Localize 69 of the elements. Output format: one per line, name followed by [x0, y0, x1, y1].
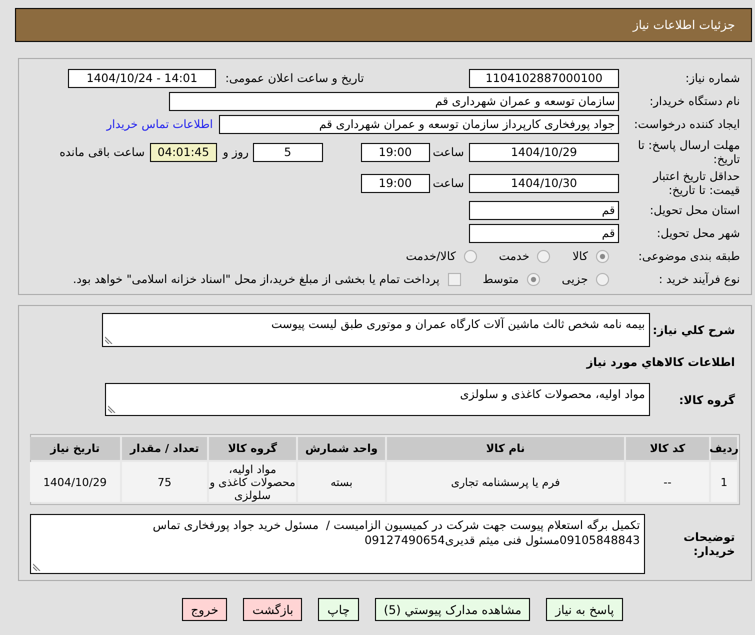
datetime-field[interactable]: 1404/10/24 - 14:01: [68, 68, 216, 88]
province-field[interactable]: قم: [469, 200, 619, 220]
radio-label: جزیی: [562, 272, 588, 286]
field-label: توضیحات خریدار:: [682, 530, 736, 558]
field-label: مهلت ارسال پاسخ: تا تاریخ:: [636, 138, 740, 166]
radio-button[interactable]: [537, 250, 550, 262]
buyer-notes-field[interactable]: تکمیل برگه استعلام پیوست جهت شرکت در کمیسیون الزامیست / مسئول خرید جواد پورفخاری تماس 09105848843مسئول فنی میثم قدیری09127490654: [30, 514, 645, 574]
field-label: گروه کالا:: [678, 392, 736, 406]
field-label: تاریخ و ساعت اعلان عمومی:: [224, 71, 364, 85]
date-field[interactable]: 1404/10/30: [469, 174, 619, 192]
radio-button[interactable]: [596, 250, 609, 262]
resize-grip-icon[interactable]: [105, 336, 113, 344]
field-label: طبقه بندی موضوعی:: [637, 249, 740, 263]
field-label: حداقل تاریخ اعتبار قیمت: تا تاریخ:: [652, 169, 740, 197]
action-button[interactable]: چاپ: [318, 598, 359, 621]
table-cell: --: [626, 462, 709, 502]
table-cell: 1: [711, 462, 737, 502]
goods-group-field[interactable]: مواد اولیه، محصولات کاغذی و سلولزی: [105, 383, 650, 416]
checkbox-label: پرداخت تمام یا بخشی از مبلغ خرید،از محل "اسناد خزانه اسلامی" خواهد بود.: [72, 272, 440, 286]
table-header-cell: واحد شمارش: [298, 437, 385, 460]
field-label: ساعت باقی مانده: [60, 145, 145, 159]
resize-grip-icon[interactable]: [108, 405, 116, 413]
radio-label: خدمت: [498, 249, 530, 263]
time-field[interactable]: 19:00: [360, 174, 430, 192]
checkbox[interactable]: [448, 272, 461, 286]
table-cell: بسته: [298, 462, 385, 502]
field-label: ساعت: [432, 176, 464, 190]
remaining-time-field[interactable]: 04:01:45: [150, 142, 217, 162]
buyer-contact-link[interactable]: اطلاعات تماس خریدار: [106, 117, 213, 131]
date-field[interactable]: 1404/10/29: [469, 142, 619, 162]
radio-label: متوسط: [482, 272, 519, 286]
field-label: روز و: [222, 145, 249, 159]
field-label: شرح کلي نیاز:: [652, 323, 736, 337]
field-label: نوع فرآیند خرید :: [658, 272, 740, 286]
action-button[interactable]: مشاهده مدارک پیوستي (5): [374, 598, 530, 621]
table-header-cell: تعداد / مقدار: [122, 437, 207, 460]
table-header-cell: کد کالا: [626, 437, 709, 460]
action-button[interactable]: پاسخ به نیاز: [546, 598, 623, 621]
resize-grip-icon[interactable]: [33, 563, 41, 571]
action-button[interactable]: خروج: [182, 598, 228, 621]
table-cell: مواد اولیه، محصولات کاغذی و سلولزی: [209, 462, 296, 502]
field-label: شماره نیاز:: [684, 71, 740, 85]
table-header-cell: گروه کالا: [209, 437, 296, 460]
radio-button[interactable]: [596, 272, 609, 286]
city-field[interactable]: قم: [469, 224, 619, 242]
field-label: ایجاد کننده درخواست:: [633, 117, 740, 131]
field-label: ساعت: [432, 145, 464, 159]
time-field[interactable]: 19:00: [360, 142, 430, 162]
radio-label: کالا: [572, 249, 588, 263]
requester-field[interactable]: جواد پورفخاری کارپرداز سازمان توسعه و عمران شهرداری قم: [219, 114, 619, 134]
buyer-org-field[interactable]: سازمان توسعه و عمران شهرداری قم: [169, 92, 619, 110]
description-field[interactable]: بیمه نامه شخص ثالث ماشین آلات کارگاه عمران و موتوری طبق لیست پیوست: [102, 313, 650, 347]
action-button[interactable]: بازگشت: [243, 598, 302, 621]
days-field[interactable]: 5: [252, 142, 323, 162]
table-cell: 75: [122, 462, 207, 502]
section-heading: اطلاعات کالاهاي مورد نیاز: [585, 355, 735, 369]
radio-button[interactable]: [464, 250, 477, 262]
field-label: استان محل تحویل:: [648, 203, 740, 217]
field-label: نام دستگاه خریدار:: [648, 94, 740, 108]
need-number-field[interactable]: 1104102887000100: [469, 68, 619, 88]
table-header-cell: تاریخ نیاز: [30, 437, 120, 460]
radio-label: کالا/خدمت: [406, 249, 456, 263]
table-header-cell: نام کالا: [387, 437, 624, 460]
page-title: جزئیات اطلاعات نیاز: [632, 18, 735, 32]
table-cell: فرم یا پرسشنامه تجاری: [387, 462, 624, 502]
table-cell: 1404/10/29: [30, 462, 120, 502]
radio-button[interactable]: [526, 272, 540, 286]
field-label: شهر محل تحویل:: [656, 226, 740, 240]
table-header-cell: ردیف: [711, 437, 737, 460]
